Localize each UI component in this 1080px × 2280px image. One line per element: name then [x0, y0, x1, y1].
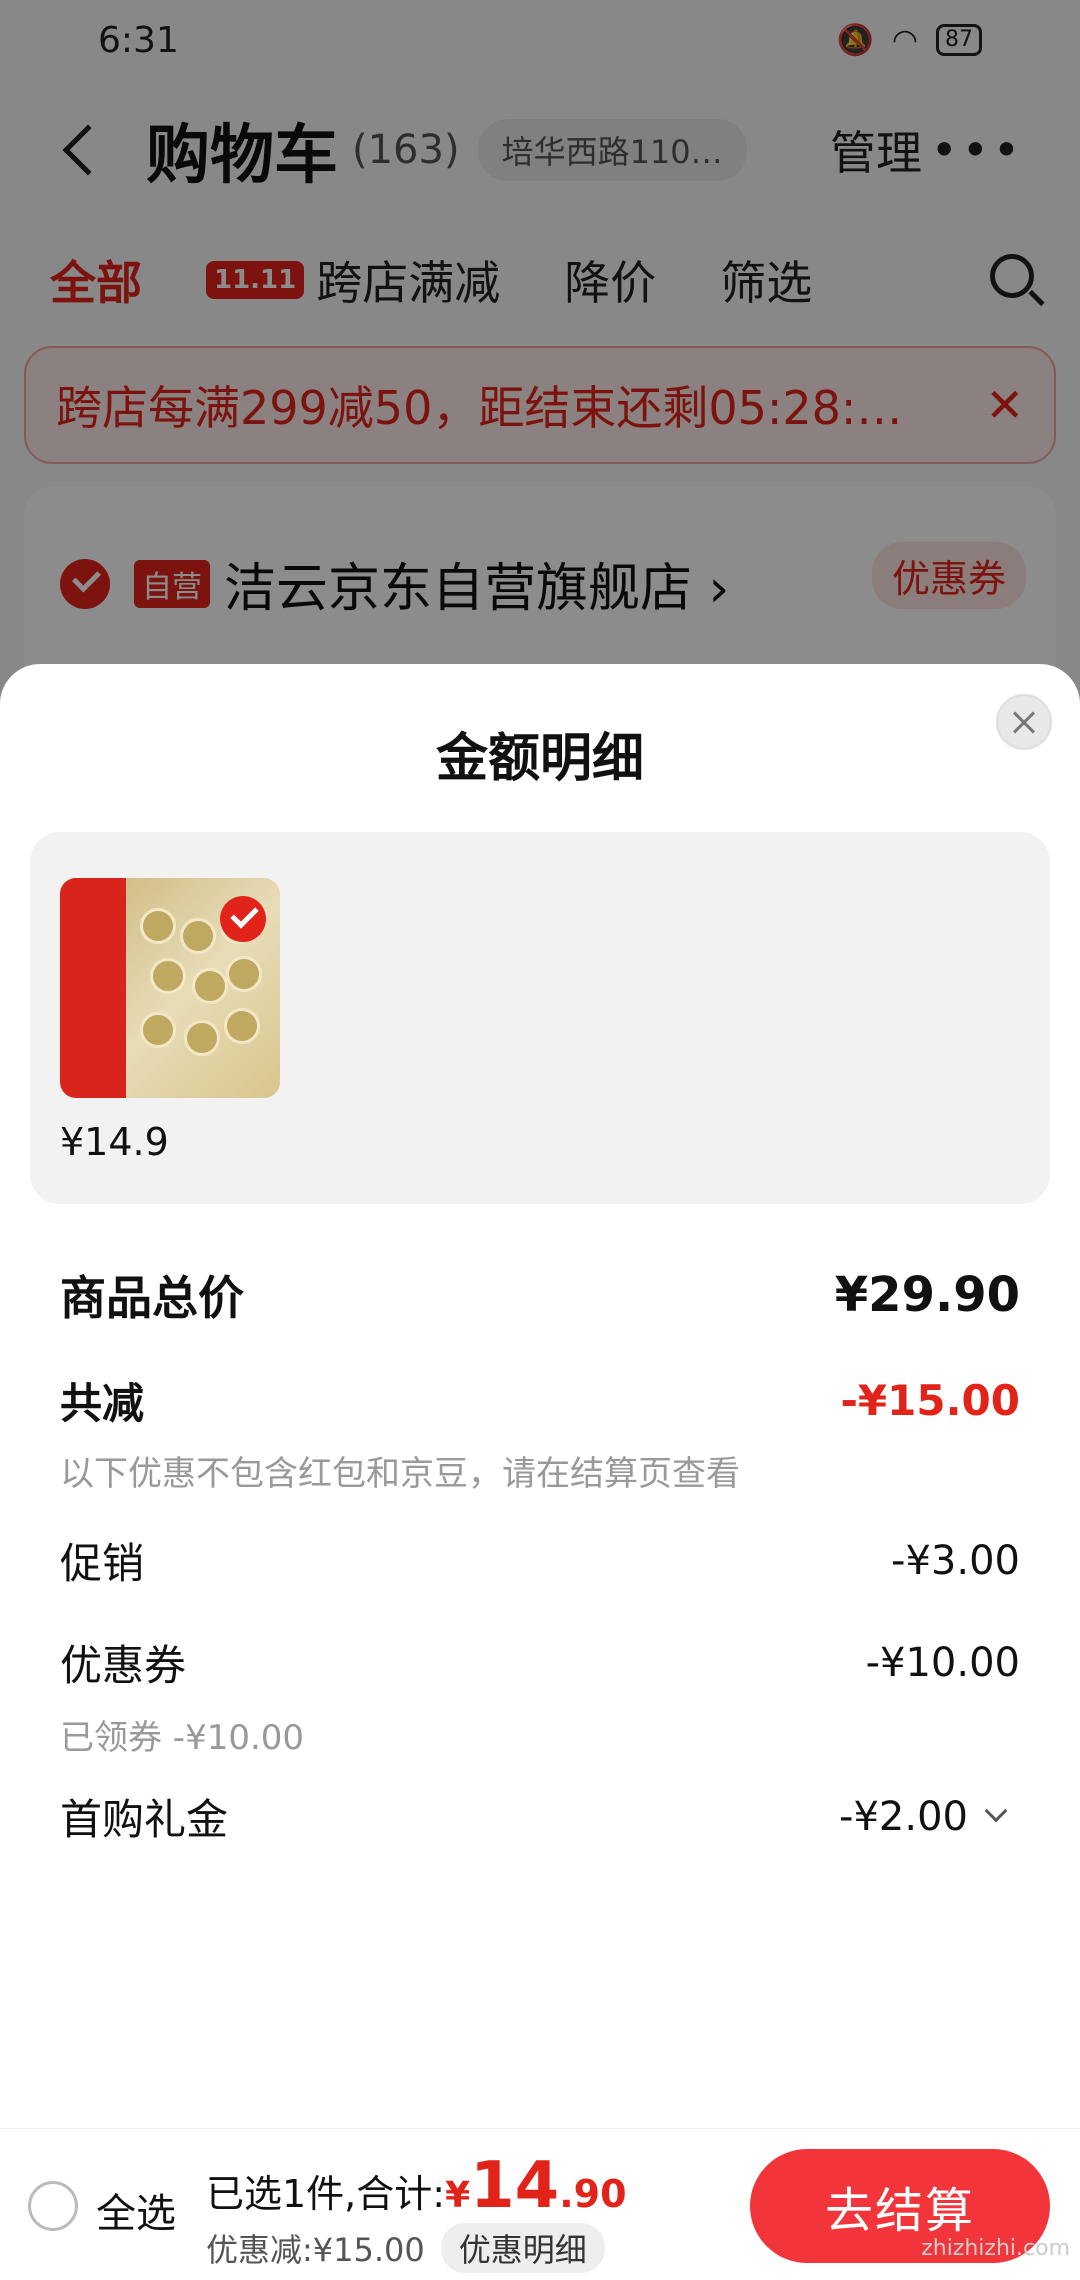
total-price-value: ¥29.90	[834, 1267, 1020, 1323]
amount-detail-sheet: 金额明细 ¥14.9 商品总价 ¥29.90 共减 -¥15.00 以下优惠不包…	[0, 664, 1080, 2280]
total-reduce-row: 共减 -¥15.00	[60, 1370, 1020, 1431]
close-button[interactable]	[996, 694, 1052, 750]
select-all-label[interactable]: 全选	[96, 2181, 176, 2239]
currency-symbol: ¥	[445, 2175, 471, 2216]
coupon-sub: 已领券 -¥10.00	[60, 1718, 305, 1758]
total-reduce-value: -¥15.00	[840, 1376, 1020, 1425]
first-purchase-value: -¥2.00	[839, 1793, 968, 1840]
selected-products: ¥14.9	[30, 832, 1050, 1204]
coupon-value: -¥10.00	[865, 1639, 1020, 1686]
total-amount-decimal: .90	[559, 2172, 627, 2216]
total-amount-integer: 14	[470, 2149, 560, 2223]
total-price-row: 商品总价 ¥29.90	[60, 1262, 1020, 1328]
discount-text: 优惠减:¥15.00	[206, 2231, 425, 2269]
chevron-down-icon[interactable]	[984, 1799, 1008, 1822]
watermark: zhizhizhi.com	[921, 2236, 1070, 2261]
first-purchase-label: 首购礼金	[60, 1795, 229, 1844]
promotion-value: -¥3.00	[891, 1537, 1020, 1584]
coupon-row: 优惠券 -¥10.00	[60, 1632, 1020, 1693]
first-purchase-row[interactable]: 首购礼金 -¥2.00	[60, 1786, 1020, 1847]
select-all-checkbox[interactable]	[28, 2181, 78, 2231]
discount-summary: 优惠减:¥15.00 优惠明细	[206, 2223, 605, 2273]
coupon-label: 优惠券	[60, 1641, 187, 1690]
product-thumbnail[interactable]	[60, 878, 280, 1098]
selected-summary: 已选1件,合计: ¥ 14 .90	[206, 2149, 627, 2223]
total-price-label: 商品总价	[60, 1271, 244, 1325]
discount-detail-button[interactable]: 优惠明细	[440, 2223, 605, 2273]
selected-text: 已选1件,合计:	[206, 2172, 446, 2216]
product-price: ¥14.9	[60, 1120, 169, 1164]
checkout-bar: 全选 已选1件,合计: ¥ 14 .90 优惠减:¥15.00 优惠明细 去结算	[0, 2128, 1080, 2280]
reduce-note: 以下优惠不包含红包和京豆，请在结算页查看	[60, 1454, 740, 1494]
selected-check-icon	[220, 896, 266, 942]
total-reduce-label: 共减	[60, 1379, 145, 1428]
promotion-label: 促销	[60, 1539, 145, 1588]
promotion-row: 促销 -¥3.00	[60, 1530, 1020, 1591]
sheet-title: 金额明细	[435, 729, 644, 789]
